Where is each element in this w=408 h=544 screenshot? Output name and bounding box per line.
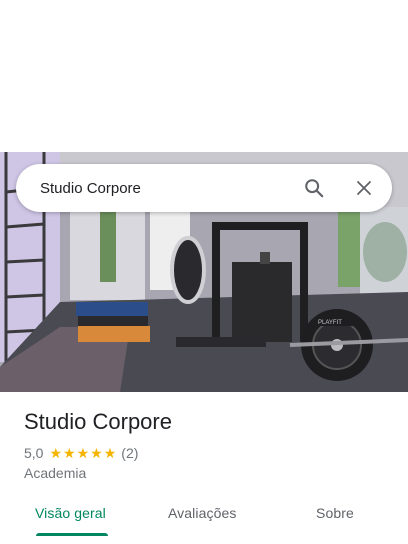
star-icon: ★ (103, 445, 117, 461)
star-rating: ★ ★ ★ ★ ★ (49, 446, 117, 460)
star-icon: ★ (49, 445, 63, 461)
place-tabs: Visão geral Avaliações Sobre (0, 496, 408, 544)
rating-value: 5,0 (24, 445, 44, 461)
search-query-text[interactable]: Studio Corpore (40, 180, 392, 197)
star-icon: ★ (90, 445, 103, 461)
star-icon: ★ (63, 445, 76, 461)
tab-reviews[interactable]: Avaliações (168, 505, 236, 521)
search-bar[interactable]: Studio Corpore (16, 164, 392, 212)
plate-brand-text: PLAYFIT (318, 320, 342, 326)
star-icon: ★ (76, 445, 90, 461)
search-icon[interactable] (302, 176, 326, 200)
tab-about[interactable]: Sobre (316, 505, 354, 521)
active-tab-indicator (36, 533, 108, 536)
review-count[interactable]: (2) (121, 445, 138, 461)
tab-overview[interactable]: Visão geral (35, 505, 106, 521)
rating-row[interactable]: 5,0 ★ ★ ★ ★ ★ (2) (24, 444, 138, 462)
place-category: Academia (24, 465, 87, 481)
place-title: Studio Corpore (24, 409, 172, 434)
close-icon[interactable] (352, 176, 376, 200)
